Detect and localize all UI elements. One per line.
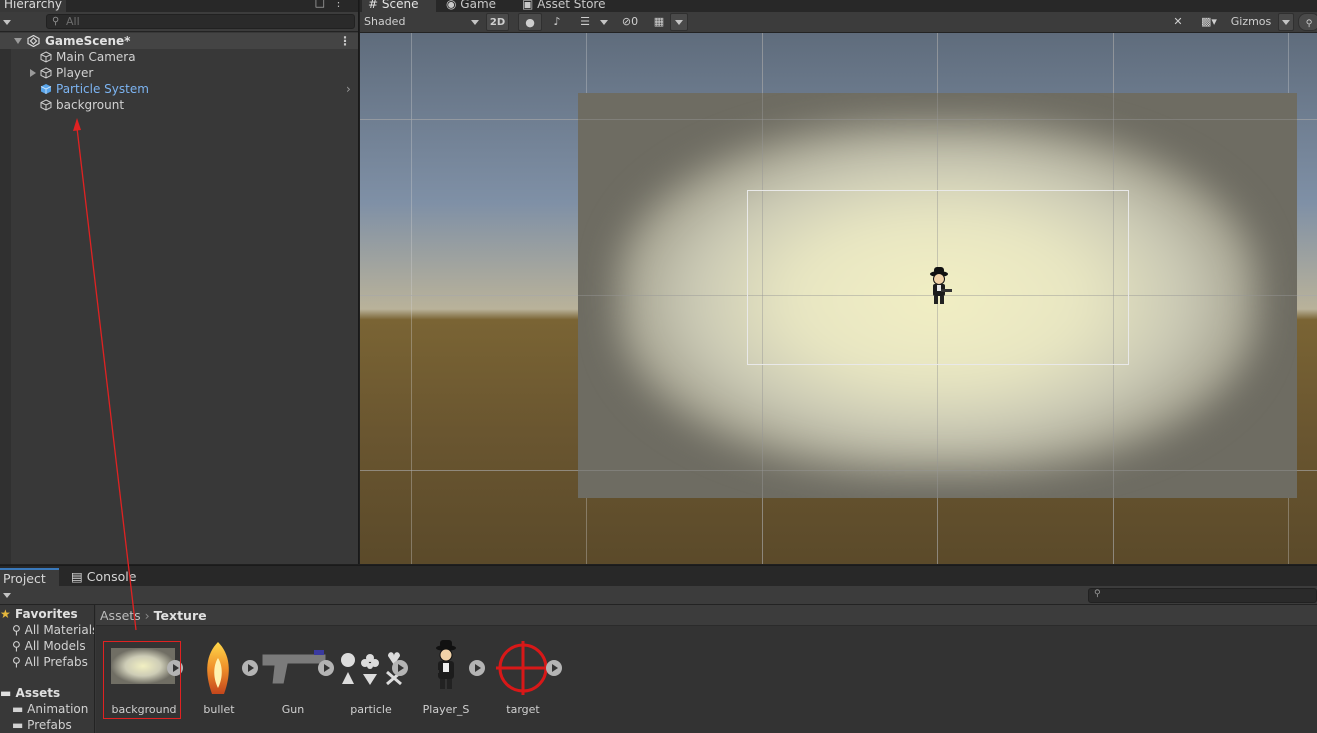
hierarchy-item-backgrount[interactable]: backgrount [40, 97, 124, 113]
create-dropdown-icon[interactable] [3, 20, 11, 25]
expand-sprite-icon[interactable] [469, 660, 485, 676]
scene-viewport[interactable] [360, 33, 1317, 564]
favorite-all-models[interactable]: ⚲ All Models [12, 638, 86, 654]
hierarchy-item-label: backgrount [56, 98, 125, 112]
expand-sprite-icon[interactable] [392, 660, 408, 676]
eye-slash-icon: ⊘ [621, 15, 632, 28]
hash-icon: # [368, 0, 382, 11]
project-panel: Project ▤ Console ⚲ ★ Favorites ⚲ All Ma… [0, 565, 1317, 733]
folder-icon: ▬ [12, 702, 24, 716]
hierarchy-item-label: Player [56, 66, 94, 80]
chevron-down-icon [471, 20, 479, 25]
panel-menu-icons[interactable]: □⋮ [315, 0, 352, 9]
console-icon: ▤ [71, 569, 87, 584]
toggle-2d-button[interactable]: 2D [486, 13, 509, 31]
expand-arrow-icon[interactable] [14, 38, 22, 44]
gameobject-cube-icon [40, 67, 52, 79]
audio-toggle-icon[interactable]: ♪ [546, 13, 568, 31]
breadcrumb-assets[interactable]: Assets [100, 608, 141, 623]
asset-player-s[interactable]: Player_S [407, 638, 485, 718]
scene-name: GameScene* [45, 34, 131, 48]
favorites-header[interactable]: ★ Favorites [0, 606, 78, 622]
folder-icon: ▬ [12, 718, 24, 732]
grid-dropdown-icon[interactable] [670, 13, 688, 31]
scene-search-input[interactable]: ⚲ [1298, 13, 1317, 31]
tab-game[interactable]: ◉ Game [440, 0, 502, 12]
tab-scene[interactable]: # Scene [362, 0, 436, 12]
scene-row[interactable]: GameScene* ⋮ [0, 33, 358, 49]
asset-grid: background bullet Gun particle Player_S … [96, 626, 1317, 733]
tools-icon[interactable]: ✕ [1168, 13, 1188, 31]
annotation-highlight-box [103, 641, 181, 719]
gameobject-cube-icon [40, 99, 52, 111]
assets-header[interactable]: ▬ Assets [0, 685, 60, 701]
scene-menu-icon[interactable]: ⋮ [339, 33, 351, 49]
scene-toolbar: Shaded 2D ● ♪ ☰ ⊘0 ▦ ✕ ▩▾ Gizmos ⚲ [360, 12, 1317, 33]
scene-panel: # Scene ◉ Game ▣ Asset Store Shaded 2D ●… [360, 0, 1317, 564]
hierarchy-tab-bar: Hierarchy □⋮ [0, 0, 358, 12]
hierarchy-item-particle-system[interactable]: Particle System [40, 81, 149, 97]
asset-gun[interactable]: Gun [254, 638, 334, 718]
player-sprite[interactable] [926, 265, 954, 307]
hierarchy-item-label: Particle System [56, 82, 149, 96]
breadcrumb-separator-icon: › [144, 608, 154, 623]
prefab-cube-icon [40, 84, 52, 94]
gamepad-icon: ◉ [446, 0, 461, 11]
camera-settings-icon[interactable]: ▩▾ [1194, 13, 1224, 31]
project-folder-tree: ★ Favorites ⚲ All Materials ⚲ All Models… [0, 605, 95, 733]
folder-animation[interactable]: ▬ Animation [12, 701, 88, 717]
search-placeholder: All [66, 15, 80, 28]
folder-icon: ▬ [0, 686, 12, 700]
chevron-right-icon[interactable]: › [346, 81, 351, 97]
grid-line [360, 119, 1317, 120]
lighting-toggle-icon[interactable]: ● [518, 13, 542, 31]
hierarchy-item-main-camera[interactable]: Main Camera [40, 49, 136, 65]
asset-bullet[interactable]: bullet [180, 638, 258, 718]
search-icon: ⚲ [12, 639, 21, 653]
grid-line [360, 470, 1317, 471]
tab-console[interactable]: ▤ Console [68, 568, 139, 587]
effects-toggle-icon[interactable]: ☰ [572, 13, 598, 31]
expand-arrow-icon[interactable] [30, 69, 36, 77]
tab-hierarchy[interactable]: Hierarchy [0, 0, 67, 12]
gameobject-cube-icon [40, 51, 52, 63]
asset-particle[interactable]: particle [332, 638, 410, 718]
search-icon: ⚲ [12, 655, 21, 669]
search-icon: ⚲ [1094, 589, 1101, 599]
shading-mode-dropdown[interactable]: Shaded [364, 13, 480, 31]
grid-line [411, 33, 412, 564]
expand-sprite-icon[interactable] [546, 660, 562, 676]
tab-asset-store[interactable]: ▣ Asset Store [516, 0, 612, 12]
project-search-input[interactable]: ⚲ [1088, 588, 1317, 603]
search-icon: ⚲ [12, 623, 21, 637]
hierarchy-toolbar: ⚲ All [0, 12, 358, 32]
favorite-all-materials[interactable]: ⚲ All Materials [12, 622, 94, 638]
gizmos-dropdown-icon[interactable] [1278, 13, 1294, 31]
store-bag-icon: ▣ [522, 0, 538, 11]
asset-target[interactable]: target [484, 638, 562, 718]
effects-dropdown-icon[interactable] [600, 20, 608, 25]
hierarchy-gutter [0, 33, 11, 564]
breadcrumb: Assets › Texture [96, 605, 1317, 626]
tab-project[interactable]: Project [0, 568, 59, 587]
breadcrumb-texture[interactable]: Texture [154, 608, 207, 623]
hierarchy-item-label: Main Camera [56, 50, 136, 64]
hierarchy-panel: Hierarchy □⋮ ⚲ All GameScene* ⋮ Main Cam… [0, 0, 359, 564]
hierarchy-item-player[interactable]: Player [40, 65, 93, 81]
search-icon: ⚲ [52, 16, 60, 27]
hidden-objects-toggle[interactable]: ⊘0 [614, 13, 646, 31]
folder-prefabs[interactable]: ▬ Prefabs [12, 717, 72, 733]
project-toolbar: ⚲ [0, 586, 1317, 605]
create-dropdown-icon[interactable] [3, 593, 11, 598]
project-tab-bar: Project ▤ Console [0, 565, 1317, 587]
scene-tab-bar: # Scene ◉ Game ▣ Asset Store [360, 0, 1317, 12]
gizmos-button[interactable]: Gizmos [1226, 13, 1276, 31]
search-icon: ⚲ [1305, 19, 1313, 29]
hierarchy-search-input[interactable]: ⚲ All [46, 14, 355, 29]
star-icon: ★ [0, 607, 11, 621]
favorite-all-prefabs[interactable]: ⚲ All Prefabs [12, 654, 88, 670]
unity-scene-icon [27, 35, 40, 47]
grid-toggle-icon[interactable]: ▦ [650, 13, 668, 31]
